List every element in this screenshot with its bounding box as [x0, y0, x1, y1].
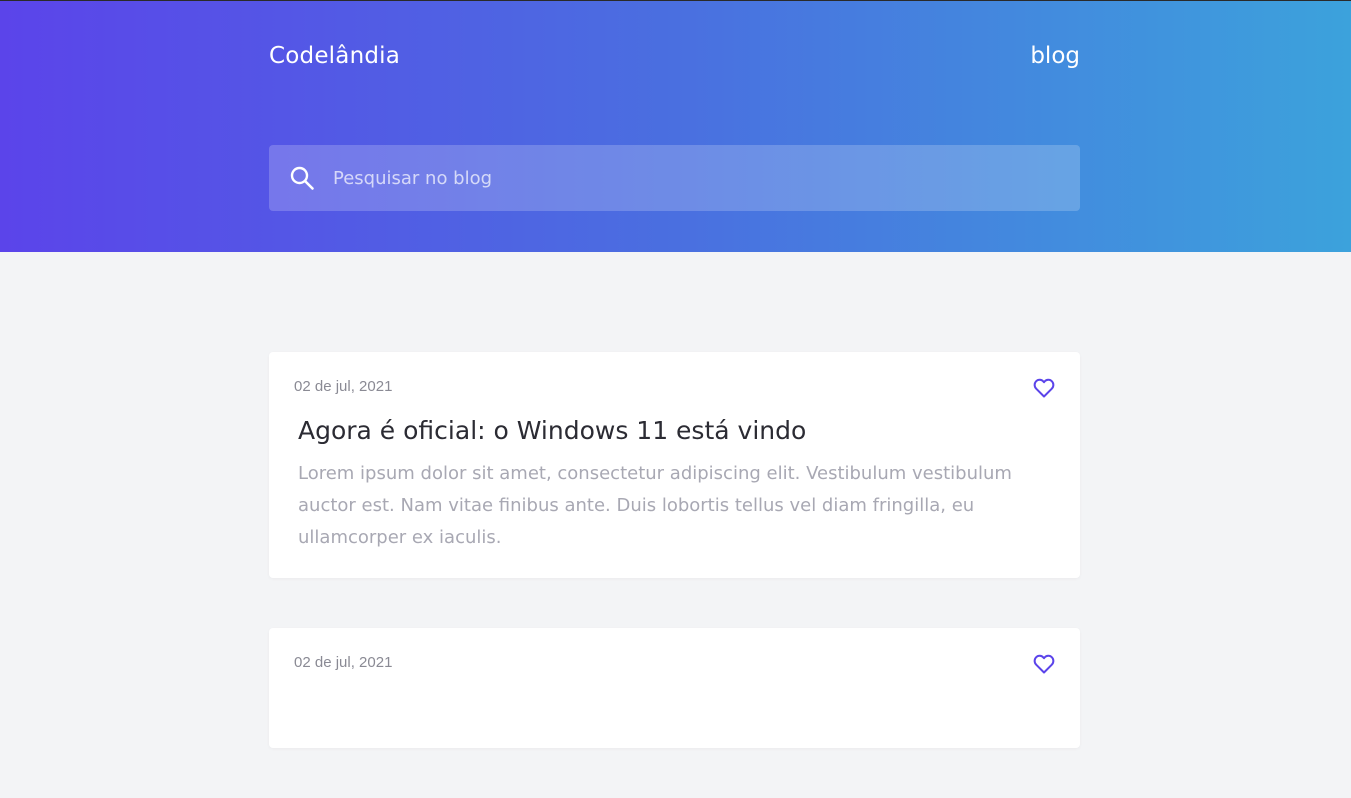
search-bar: [269, 145, 1080, 211]
post-card[interactable]: 02 de jul, 2021: [269, 628, 1080, 748]
blog-header: Codelândia blog: [0, 0, 1351, 252]
post-date: 02 de jul, 2021: [294, 654, 393, 671]
search-icon[interactable]: [289, 165, 315, 191]
post-title[interactable]: Agora é oficial: o Windows 11 está vindo: [298, 416, 806, 445]
heart-icon[interactable]: [1032, 376, 1056, 400]
post-list: 02 de jul, 2021 Agora é oficial: o Windo…: [269, 352, 1080, 798]
post-excerpt: Lorem ipsum dolor sit amet, consectetur …: [298, 463, 1012, 548]
brand-logo[interactable]: Codelândia: [269, 43, 400, 69]
heart-icon[interactable]: [1032, 652, 1056, 676]
post-card[interactable]: 02 de jul, 2021 Agora é oficial: o Windo…: [269, 352, 1080, 578]
post-date: 02 de jul, 2021: [294, 378, 393, 395]
nav-link-blog[interactable]: blog: [1030, 43, 1080, 69]
search-input[interactable]: [333, 145, 1063, 211]
